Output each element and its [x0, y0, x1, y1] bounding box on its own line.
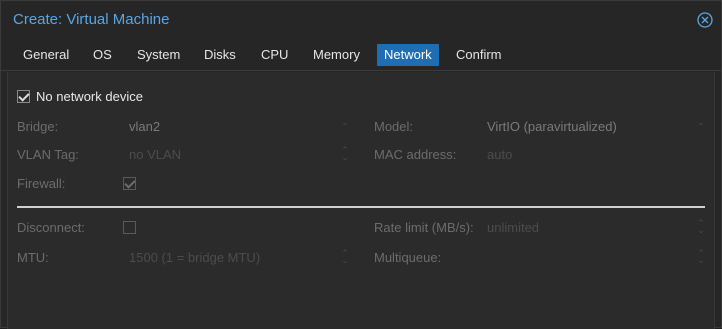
mtu-placeholder: 1500 (1 = bridge MTU)	[129, 250, 261, 265]
disconnect-label: Disconnect:	[17, 220, 85, 235]
spinner-icon: ⌃ ⌄	[697, 218, 705, 235]
tab-disks[interactable]: Disks	[197, 44, 243, 66]
mac-address-input[interactable]: auto	[481, 141, 711, 165]
mac-address-label: MAC address:	[374, 147, 457, 162]
tab-bar: General OS System Disks CPU Memory Netwo…	[1, 39, 721, 71]
vlan-tag-input[interactable]: no VLAN ⌃ ⌄	[123, 141, 355, 165]
bridge-label: Bridge:	[17, 119, 59, 134]
firewall-label: Firewall:	[17, 176, 66, 191]
network-panel: No network device Bridge: vlan2 ⌄ VLAN T…	[7, 72, 715, 329]
spinner-icon: ⌃ ⌄	[341, 248, 349, 265]
create-vm-dialog: Create: Virtual Machine General OS Syste…	[0, 0, 722, 329]
bridge-value: vlan2	[129, 119, 161, 134]
rate-limit-input[interactable]: unlimited ⌃ ⌄	[481, 214, 711, 238]
tab-system[interactable]: System	[130, 44, 187, 66]
vlan-tag-label: VLAN Tag:	[17, 147, 79, 162]
no-network-device-label: No network device	[36, 89, 143, 104]
chevron-down-icon: ⌄	[341, 117, 349, 127]
dialog-titlebar: Create: Virtual Machine	[1, 1, 721, 39]
vlan-tag-placeholder: no VLAN	[129, 147, 182, 162]
bridge-select[interactable]: vlan2 ⌄	[123, 113, 355, 137]
model-value: VirtIO (paravirtualized)	[487, 119, 617, 134]
rate-limit-label: Rate limit (MB/s):	[374, 220, 474, 235]
spinner-icon: ⌃ ⌄	[341, 145, 349, 162]
chevron-down-icon: ⌄	[697, 117, 705, 127]
no-network-device-checkbox[interactable]	[17, 90, 30, 103]
dialog-title: Create: Virtual Machine	[13, 11, 170, 28]
close-icon[interactable]	[697, 12, 713, 28]
multiqueue-label: Multiqueue:	[374, 250, 442, 265]
tab-cpu[interactable]: CPU	[254, 44, 295, 66]
mac-address-placeholder: auto	[487, 147, 513, 162]
tab-network[interactable]: Network	[377, 44, 439, 66]
model-select[interactable]: VirtIO (paravirtualized) ⌄	[481, 113, 711, 137]
spinner-icon: ⌃ ⌄	[697, 248, 705, 265]
firewall-checkbox[interactable]	[123, 177, 136, 190]
tab-os[interactable]: OS	[86, 44, 119, 66]
mtu-label: MTU:	[17, 250, 49, 265]
tab-general[interactable]: General	[16, 44, 76, 66]
model-label: Model:	[374, 119, 414, 134]
mtu-input[interactable]: 1500 (1 = bridge MTU) ⌃ ⌄	[123, 244, 355, 268]
disconnect-checkbox[interactable]	[123, 221, 136, 234]
tab-memory[interactable]: Memory	[306, 44, 367, 66]
multiqueue-input[interactable]: ⌃ ⌄	[481, 244, 711, 268]
rate-limit-placeholder: unlimited	[487, 220, 540, 235]
advanced-separator	[17, 206, 705, 208]
tab-confirm[interactable]: Confirm	[449, 44, 509, 66]
